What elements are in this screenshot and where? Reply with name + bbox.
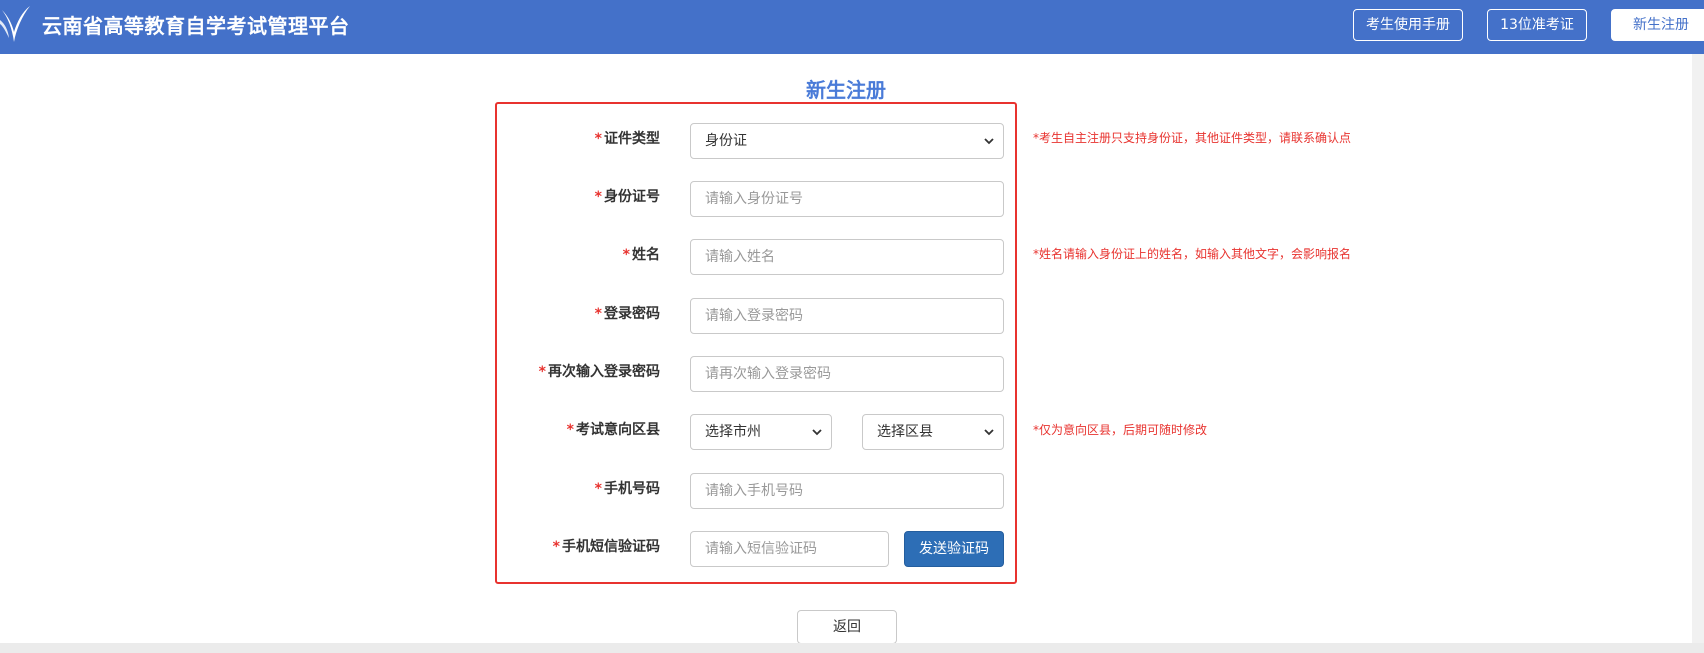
password-confirm-input[interactable]: 请再次输入登录密码 [690, 356, 1004, 392]
bottom-strip [0, 643, 1704, 653]
region-label: * 考试意向区县 [566, 422, 660, 438]
city-select[interactable]: 选择市州 [690, 414, 832, 450]
id-number-input[interactable]: 请输入身份证号 [690, 181, 1004, 217]
region-hint: *仅为意向区县，后期可随时修改 [1033, 423, 1208, 437]
back-button[interactable]: 返回 [797, 610, 897, 644]
id-type-select[interactable]: 身份证 [690, 123, 1004, 159]
sms-code-input[interactable]: 请输入短信验证码 [690, 531, 889, 567]
manual-button[interactable]: 考生使用手册 [1353, 9, 1463, 41]
id-type-label: * 证件类型 [594, 131, 660, 147]
site-title: 云南省高等教育自学考试管理平台 [42, 14, 350, 38]
register-button[interactable]: 新生注册 [1611, 9, 1704, 41]
name-label: * 姓名 [622, 247, 660, 263]
phone-label: * 手机号码 [594, 481, 660, 497]
chevron-down-icon [984, 429, 994, 436]
name-hint: *姓名请输入身份证上的姓名，如输入其他文字，会影响报名 [1033, 247, 1352, 261]
sms-code-label: * 手机短信验证码 [552, 539, 660, 555]
scrollbar[interactable] [1692, 54, 1704, 643]
name-input[interactable]: 请输入姓名 [690, 239, 1004, 275]
top-header: 云南省高等教育自学考试管理平台 考生使用手册 13位准考证 新生注册 [0, 0, 1704, 54]
logo-icon [0, 6, 30, 42]
chevron-down-icon [984, 138, 994, 145]
id-type-hint: *考生自主注册只支持身份证，其他证件类型，请联系确认点 [1033, 131, 1352, 145]
county-select[interactable]: 选择区县 [862, 414, 1004, 450]
send-code-button[interactable]: 发送验证码 [904, 531, 1004, 567]
registration-form-frame [495, 102, 1017, 584]
page-title: 新生注册 [806, 78, 886, 102]
id-number-label: * 身份证号 [594, 189, 660, 205]
password-input[interactable]: 请输入登录密码 [690, 298, 1004, 334]
phone-input[interactable]: 请输入手机号码 [690, 473, 1004, 509]
password-label: * 登录密码 [594, 306, 660, 322]
ticket-button[interactable]: 13位准考证 [1487, 9, 1587, 41]
chevron-down-icon [812, 429, 822, 436]
password-confirm-label: * 再次输入登录密码 [538, 364, 660, 380]
